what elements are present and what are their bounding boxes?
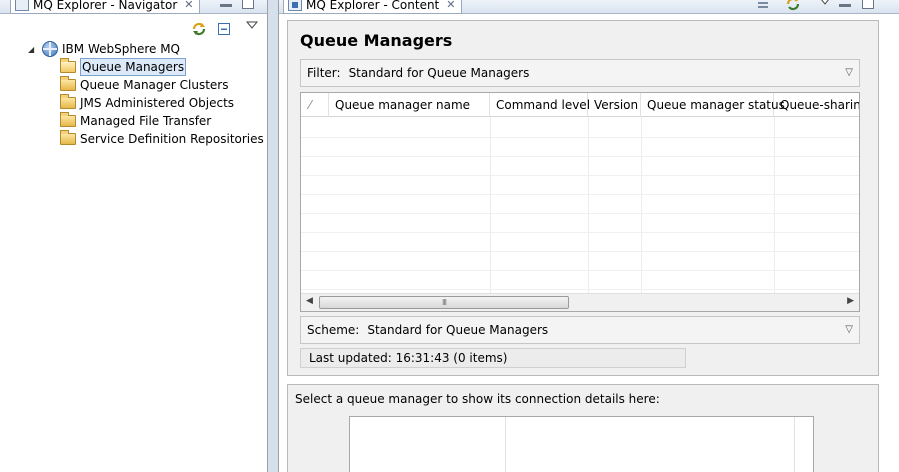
tree-root-label: IBM WebSphere MQ — [62, 42, 180, 56]
navigator-view: MQ Explorer - Navigator ✕ ◢ IBM WebSpher… — [0, 0, 268, 472]
empty-row-line — [301, 137, 859, 138]
content-tab-label: MQ Explorer - Content — [306, 0, 440, 12]
close-icon[interactable]: ✕ — [184, 0, 193, 10]
scroll-left-icon[interactable]: ◀ — [306, 296, 313, 306]
chevron-down-icon[interactable]: ▽ — [845, 324, 853, 335]
column-queue-sharing[interactable]: Queue-sharing — [774, 93, 860, 117]
column-divider — [588, 117, 589, 293]
column-label: Queue manager status — [647, 98, 785, 112]
tree-item-label: JMS Administered Objects — [80, 96, 235, 110]
scrollbar-thumb[interactable]: III — [319, 296, 569, 309]
column-divider — [505, 417, 506, 472]
column-divider — [794, 417, 795, 472]
column-label: Version — [594, 98, 639, 112]
properties-icon[interactable] — [755, 0, 771, 12]
collapse-all-icon[interactable] — [216, 21, 232, 37]
column-version[interactable]: Version — [588, 93, 641, 117]
view-menu-icon[interactable] — [244, 17, 260, 33]
maximize-icon[interactable] — [242, 0, 254, 9]
tree-item-label: Queue Manager Clusters — [80, 78, 229, 92]
navigator-tree: ◢ IBM WebSphere MQ Queue Managers Queue … — [28, 40, 266, 148]
refresh-icon[interactable] — [191, 21, 207, 37]
folder-icon — [60, 76, 76, 91]
chevron-down-icon[interactable]: ▽ — [845, 67, 853, 78]
expanded-triangle-icon[interactable]: ◢ — [28, 45, 38, 54]
view-menu-icon[interactable] — [817, 0, 833, 10]
tab-mq-explorer-content[interactable]: MQ Explorer - Content ✕ — [283, 0, 463, 14]
column-label: Queue-sharing — [780, 98, 860, 112]
last-updated-status: Last updated: 16:31:43 (0 items) — [300, 348, 686, 368]
navigator-tab-bar: MQ Explorer - Navigator ✕ — [0, 0, 267, 14]
folder-icon — [60, 94, 76, 109]
empty-row-line — [301, 251, 859, 252]
column-label: Queue manager name — [335, 98, 471, 112]
column-divider — [641, 117, 642, 293]
page-title: Queue Managers — [300, 31, 453, 50]
column-divider — [490, 117, 491, 293]
horizontal-scrollbar[interactable]: ◀ III ▶ — [301, 293, 859, 311]
tab-mq-explorer-navigator[interactable]: MQ Explorer - Navigator ✕ — [10, 0, 201, 14]
tree-item-label: Queue Managers — [80, 58, 187, 76]
minimize-icon[interactable] — [839, 4, 851, 7]
refresh-icon[interactable] — [785, 0, 801, 12]
column-queue-manager-status[interactable]: Queue manager status — [641, 93, 785, 117]
right-margin — [879, 20, 899, 472]
connection-details-panel: Select a queue manager to show its conne… — [287, 384, 879, 472]
content-tab-bar: MQ Explorer - Content ✕ — [279, 0, 899, 14]
table-header: ⁄ Queue manager name Command level Versi… — [301, 93, 859, 117]
folder-icon — [60, 112, 76, 127]
navigator-view-icon — [15, 0, 29, 11]
scheme-select[interactable]: Scheme: Standard for Queue Managers ▽ — [300, 316, 860, 344]
maximize-icon[interactable] — [862, 0, 874, 9]
empty-row-line — [301, 270, 859, 271]
scroll-right-icon[interactable]: ▶ — [847, 296, 854, 306]
filter-value: Standard for Queue Managers — [348, 66, 530, 80]
open-folder-icon — [60, 58, 76, 73]
tree-item-label: Service Definition Repositories — [80, 132, 264, 146]
empty-row-line — [301, 289, 859, 290]
queue-managers-page: Queue Managers Filter: Standard for Queu… — [287, 20, 879, 376]
column-command-level[interactable]: Command level — [490, 93, 591, 117]
empty-row-line — [301, 213, 859, 214]
empty-row-line — [301, 232, 859, 233]
queue-managers-table: ⁄ Queue manager name Command level Versi… — [300, 92, 860, 312]
tree-item-queue-manager-clusters[interactable]: Queue Manager Clusters — [60, 76, 266, 94]
detail-prompt: Select a queue manager to show its conne… — [295, 392, 660, 406]
folder-icon — [60, 130, 76, 145]
filter-select[interactable]: Filter: Standard for Queue Managers ▽ — [300, 59, 860, 87]
last-updated-text: Last updated: 16:31:43 (0 items) — [309, 351, 508, 365]
column-label: Command level — [496, 98, 591, 112]
tree-item-managed-file-transfer[interactable]: Managed File Transfer — [60, 112, 266, 130]
navigator-tab-label: MQ Explorer - Navigator — [33, 0, 178, 12]
globe-icon — [42, 41, 58, 57]
scheme-value: Standard for Queue Managers — [367, 323, 549, 337]
tree-item-queue-managers[interactable]: Queue Managers — [60, 58, 266, 76]
content-view: MQ Explorer - Content ✕ Queue Managers F… — [278, 0, 899, 472]
column-queue-manager-name[interactable]: Queue manager name — [329, 93, 490, 117]
column-divider — [774, 117, 775, 293]
sort-column-icon[interactable]: ⁄ — [301, 93, 329, 117]
empty-row-line — [301, 194, 859, 195]
tree-item-label: Managed File Transfer — [80, 114, 212, 128]
minimize-icon[interactable] — [220, 4, 232, 7]
empty-row-line — [301, 156, 859, 157]
connection-details-box — [349, 416, 814, 472]
view-sash[interactable] — [268, 0, 278, 472]
filter-label: Filter: — [307, 66, 341, 80]
content-view-icon — [288, 0, 302, 11]
close-icon[interactable]: ✕ — [446, 0, 455, 10]
scheme-label: Scheme: — [307, 323, 360, 337]
empty-row-line — [301, 175, 859, 176]
tree-root-ibm-websphere-mq[interactable]: ◢ IBM WebSphere MQ — [28, 40, 266, 58]
tree-item-jms-administered-objects[interactable]: JMS Administered Objects — [60, 94, 266, 112]
tree-item-service-definition-repositories[interactable]: Service Definition Repositories — [60, 130, 266, 148]
